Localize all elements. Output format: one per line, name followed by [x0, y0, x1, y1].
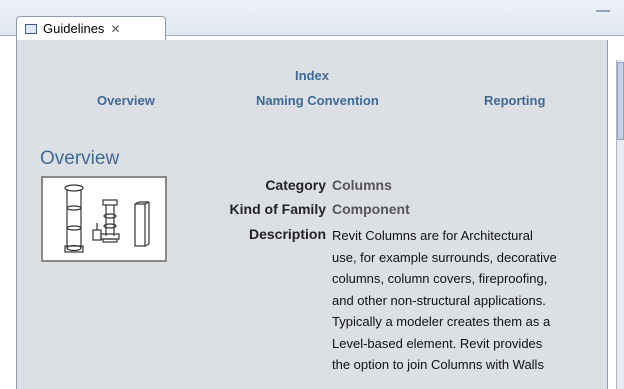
- minimize-icon[interactable]: [596, 10, 610, 22]
- section-title: Overview: [40, 148, 120, 169]
- category-value: Columns: [332, 177, 392, 193]
- description-text: Revit Columns are for Architectural use,…: [332, 228, 557, 372]
- overview-link[interactable]: Overview: [97, 93, 155, 108]
- scrollbar-thumb[interactable]: [617, 62, 624, 140]
- tab-title: Guidelines: [43, 21, 105, 36]
- guidelines-tab[interactable]: Guidelines ✕: [16, 16, 166, 40]
- panel-icon: [25, 23, 37, 34]
- naming-convention-link[interactable]: Naming Convention: [256, 93, 379, 108]
- category-label: Category: [265, 177, 326, 193]
- index-title: Index: [295, 68, 329, 83]
- reporting-link[interactable]: Reporting: [484, 93, 545, 108]
- family-thumbnail: [41, 176, 167, 262]
- kind-of-family-label: Kind of Family: [229, 201, 326, 217]
- kind-of-family-value: Component: [332, 201, 410, 217]
- view-tab-bar: Guidelines ✕: [0, 0, 624, 40]
- description-label: Description: [248, 226, 326, 242]
- close-icon[interactable]: ✕: [110, 22, 120, 36]
- column-family-illustration: [64, 184, 150, 253]
